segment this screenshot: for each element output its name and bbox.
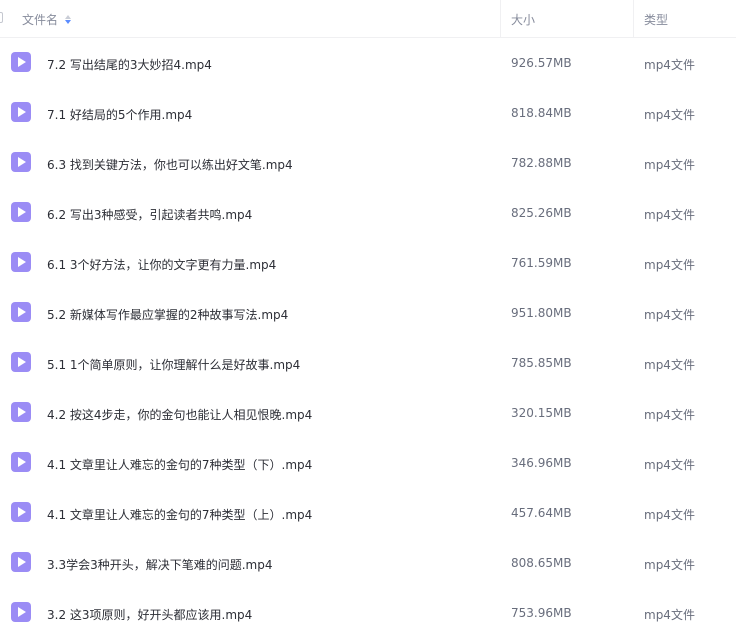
video-file-icon xyxy=(11,202,31,222)
file-list: 7.2 写出结尾的3大妙招4.mp4 926.57MB mp4文件 7.1 好结局的5… xyxy=(0,38,736,629)
file-row[interactable]: 5.1 1个简单原则，让你理解什么是好故事.mp4 785.85MB mp4文件 xyxy=(0,338,736,388)
video-file-icon xyxy=(11,552,31,572)
file-name[interactable]: 3.2 这3项原则，好开头都应该用.mp4 xyxy=(47,606,252,623)
file-name[interactable]: 4.2 按这4步走，你的金句也能让人相见恨晚.mp4 xyxy=(47,406,312,423)
video-file-icon xyxy=(11,452,31,472)
video-file-icon xyxy=(11,502,31,522)
file-type: mp4文件 xyxy=(644,158,695,172)
file-row[interactable]: 4.1 文章里让人难忘的金句的7种类型（下）.mp4 346.96MB mp4文件 xyxy=(0,438,736,488)
file-row[interactable]: 4.2 按这4步走，你的金句也能让人相见恨晚.mp4 320.15MB mp4文件 xyxy=(0,388,736,438)
file-size: 457.64MB xyxy=(511,506,572,520)
column-divider[interactable] xyxy=(633,0,634,38)
file-type: mp4文件 xyxy=(644,258,695,272)
file-type: mp4文件 xyxy=(644,558,695,572)
column-header-type[interactable]: 类型 xyxy=(644,11,668,28)
file-size: 951.80MB xyxy=(511,306,572,320)
file-size: 808.65MB xyxy=(511,556,572,570)
column-divider[interactable] xyxy=(500,0,501,38)
video-file-icon xyxy=(11,602,31,622)
file-row[interactable]: 3.2 这3项原则，好开头都应该用.mp4 753.96MB mp4文件 xyxy=(0,588,736,629)
file-type: mp4文件 xyxy=(644,508,695,522)
column-header-name-label: 文件名 xyxy=(22,13,59,27)
file-size: 761.59MB xyxy=(511,256,572,270)
file-row[interactable]: 6.3 找到关键方法，你也可以练出好文笔.mp4 782.88MB mp4文件 xyxy=(0,138,736,188)
file-size: 818.84MB xyxy=(511,106,572,120)
video-file-icon xyxy=(11,402,31,422)
file-type: mp4文件 xyxy=(644,458,695,472)
sort-icon[interactable] xyxy=(65,15,72,24)
file-row[interactable]: 5.2 新媒体写作最应掌握的2种故事写法.mp4 951.80MB mp4文件 xyxy=(0,288,736,338)
video-file-icon xyxy=(11,302,31,322)
file-type: mp4文件 xyxy=(644,208,695,222)
column-header-name[interactable]: 文件名 xyxy=(22,11,72,28)
file-type: mp4文件 xyxy=(644,408,695,422)
file-row[interactable]: 6.1 3个好方法，让你的文字更有力量.mp4 761.59MB mp4文件 xyxy=(0,238,736,288)
sort-down-arrow xyxy=(65,20,72,24)
file-name[interactable]: 6.3 找到关键方法，你也可以练出好文笔.mp4 xyxy=(47,156,293,173)
video-file-icon xyxy=(11,52,31,72)
select-all-checkbox[interactable] xyxy=(0,12,3,23)
file-row[interactable]: 4.1 文章里让人难忘的金句的7种类型（上）.mp4 457.64MB mp4文件 xyxy=(0,488,736,538)
file-name[interactable]: 5.1 1个简单原则，让你理解什么是好故事.mp4 xyxy=(47,356,300,373)
file-size: 320.15MB xyxy=(511,406,572,420)
video-file-icon xyxy=(11,252,31,272)
file-type: mp4文件 xyxy=(644,358,695,372)
file-row[interactable]: 7.2 写出结尾的3大妙招4.mp4 926.57MB mp4文件 xyxy=(0,38,736,88)
file-size: 782.88MB xyxy=(511,156,572,170)
sort-up-arrow xyxy=(65,15,72,19)
file-name[interactable]: 4.1 文章里让人难忘的金句的7种类型（下）.mp4 xyxy=(47,456,312,473)
file-list-header: 文件名 大小 类型 xyxy=(0,0,736,38)
video-file-icon xyxy=(11,152,31,172)
file-name[interactable]: 4.1 文章里让人难忘的金句的7种类型（上）.mp4 xyxy=(47,506,312,523)
file-type: mp4文件 xyxy=(644,308,695,322)
file-type: mp4文件 xyxy=(644,58,695,72)
file-type: mp4文件 xyxy=(644,608,695,622)
file-row[interactable]: 7.1 好结局的5个作用.mp4 818.84MB mp4文件 xyxy=(0,88,736,138)
file-name[interactable]: 7.2 写出结尾的3大妙招4.mp4 xyxy=(47,56,212,73)
file-type: mp4文件 xyxy=(644,108,695,122)
file-row[interactable]: 6.2 写出3种感受，引起读者共鸣.mp4 825.26MB mp4文件 xyxy=(0,188,736,238)
file-name[interactable]: 6.2 写出3种感受，引起读者共鸣.mp4 xyxy=(47,206,252,223)
file-name[interactable]: 6.1 3个好方法，让你的文字更有力量.mp4 xyxy=(47,256,276,273)
file-name[interactable]: 3.3学会3种开头，解决下笔难的问题.mp4 xyxy=(47,556,272,573)
file-size: 926.57MB xyxy=(511,56,572,70)
file-size: 346.96MB xyxy=(511,456,572,470)
file-name[interactable]: 7.1 好结局的5个作用.mp4 xyxy=(47,106,192,123)
file-name[interactable]: 5.2 新媒体写作最应掌握的2种故事写法.mp4 xyxy=(47,306,288,323)
file-size: 785.85MB xyxy=(511,356,572,370)
file-list-page: 文件名 大小 类型 7.2 写出结尾的3大妙招4.mp4 926.57MB mp4文… xyxy=(0,0,736,629)
column-header-size[interactable]: 大小 xyxy=(511,11,535,28)
file-size: 753.96MB xyxy=(511,606,572,620)
file-size: 825.26MB xyxy=(511,206,572,220)
video-file-icon xyxy=(11,102,31,122)
file-row[interactable]: 3.3学会3种开头，解决下笔难的问题.mp4 808.65MB mp4文件 xyxy=(0,538,736,588)
video-file-icon xyxy=(11,352,31,372)
